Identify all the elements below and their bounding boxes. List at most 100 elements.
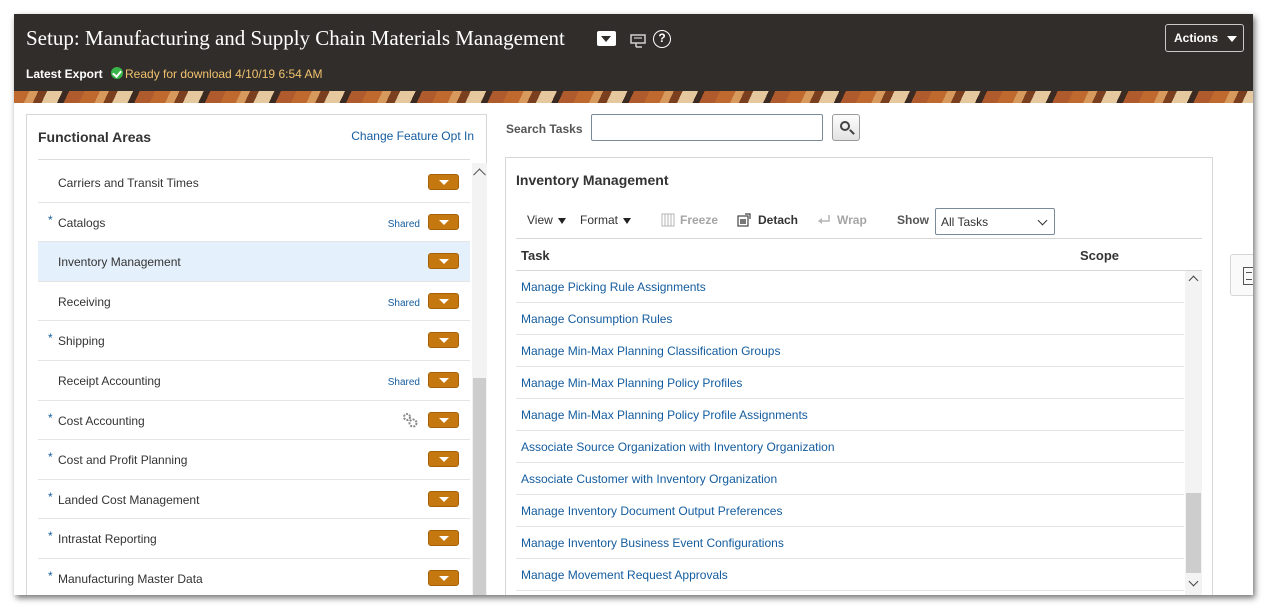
chevron-down-icon [1037, 215, 1048, 226]
functional-area-menu-button[interactable] [428, 332, 459, 349]
functional-area-label: Catalogs [58, 215, 106, 230]
functional-area-menu-button[interactable] [428, 411, 459, 428]
freeze-button[interactable]: Freeze [680, 213, 718, 227]
functional-areas-list: Carriers and Transit Times * Catalogs Share… [38, 163, 470, 595]
functional-area-label: Carriers and Transit Times [58, 176, 199, 190]
column-header-scope[interactable]: Scope [1080, 248, 1119, 263]
required-marker: * [48, 568, 53, 583]
task-link[interactable]: Manage Inventory Document Output Prefere… [521, 504, 782, 518]
functional-area-menu-button[interactable] [428, 490, 459, 507]
functional-area-row[interactable]: Carriers and Transit Times [38, 163, 470, 203]
functional-area-menu-button[interactable] [428, 292, 459, 309]
functional-area-label: Shipping [58, 334, 105, 349]
change-feature-opt-in-link[interactable]: Change Feature Opt In [351, 129, 474, 143]
task-table-scrollbar[interactable] [1185, 271, 1202, 595]
task-table-body: Manage Picking Rule Assignments Manage Co… [516, 271, 1184, 591]
table-toolbar: View Format Freeze Detach Wrap Show All … [516, 208, 1202, 236]
task-link[interactable]: Manage Min-Max Planning Policy Profile A… [521, 408, 808, 422]
shared-badge: Shared [387, 297, 420, 309]
favorites-icon[interactable] [630, 34, 646, 48]
wrap-icon [818, 215, 830, 224]
task-link[interactable]: Manage Min-Max Planning Policy Profiles [521, 376, 742, 390]
table-row: Manage Picking Rule Assignments [516, 271, 1184, 303]
show-select[interactable]: All Tasks [935, 208, 1055, 235]
decorative-banner [14, 91, 1253, 103]
functional-area-menu-button[interactable] [428, 253, 459, 270]
functional-area-menu-button[interactable] [428, 213, 459, 230]
required-marker: * [48, 450, 53, 465]
actions-button[interactable]: Actions [1165, 24, 1244, 52]
task-panel: Inventory Management View Format Freeze … [505, 157, 1213, 595]
functional-area-menu-button[interactable] [428, 174, 459, 190]
view-menu[interactable]: View [527, 213, 566, 227]
wrap-button[interactable]: Wrap [837, 213, 867, 227]
side-panel-tab[interactable] [1230, 254, 1253, 296]
required-marker: * [48, 410, 53, 425]
chevron-down-icon[interactable] [597, 31, 616, 46]
export-status-link[interactable]: Ready for download 4/10/19 6:54 AM [125, 67, 322, 81]
app-window: Setup: Manufacturing and Supply Chain Ma… [14, 14, 1253, 595]
functional-area-row[interactable]: Receiving Shared [38, 282, 470, 322]
functional-area-label: Cost Accounting [58, 413, 145, 428]
required-marker: * [48, 331, 53, 346]
task-link[interactable]: Manage Min-Max Planning Classification G… [521, 344, 780, 358]
scroll-up-icon[interactable] [1188, 275, 1199, 286]
functional-area-menu-button[interactable] [428, 569, 459, 586]
page-header: Setup: Manufacturing and Supply Chain Ma… [14, 14, 1253, 91]
functional-area-label: Inventory Management [58, 255, 181, 270]
functional-area-row[interactable]: Receipt Accounting Shared [38, 361, 470, 401]
table-header: Task Scope [516, 238, 1202, 271]
table-row: Manage Consumption Rules [516, 303, 1184, 335]
freeze-icon [661, 213, 675, 227]
task-link[interactable]: Manage Consumption Rules [521, 312, 672, 326]
required-marker: * [48, 212, 53, 227]
functional-area-menu-button[interactable] [428, 530, 459, 547]
table-row: Manage Inventory Business Event Configur… [516, 527, 1184, 559]
task-panel-title: Inventory Management [516, 172, 669, 188]
functional-area-row[interactable]: * Landed Cost Management [38, 480, 470, 520]
functional-area-label: Cost and Profit Planning [58, 453, 188, 468]
functional-area-row[interactable]: * Shipping [38, 321, 470, 361]
table-row: Manage Movement Request Approvals [516, 559, 1184, 591]
functional-area-row[interactable]: * Cost and Profit Planning [38, 440, 470, 480]
functional-area-row[interactable]: * Cost Accounting [38, 401, 470, 441]
table-row: Associate Source Organization with Inven… [516, 431, 1184, 463]
scroll-thumb[interactable] [1186, 493, 1201, 573]
task-link[interactable]: Associate Source Organization with Inven… [521, 440, 835, 454]
functional-area-label: Landed Cost Management [58, 492, 200, 507]
help-icon[interactable]: ? [653, 30, 671, 48]
table-row: Manage Min-Max Planning Classification G… [516, 335, 1184, 367]
detach-button[interactable]: Detach [758, 213, 798, 227]
scroll-up-icon[interactable] [473, 168, 486, 182]
table-row: Associate Customer with Inventory Organi… [516, 463, 1184, 495]
shared-badge: Shared [387, 376, 420, 388]
divider [38, 159, 470, 160]
task-link[interactable]: Manage Inventory Business Event Configur… [521, 536, 784, 550]
gear-icon[interactable] [402, 412, 418, 428]
scroll-thumb[interactable] [473, 378, 486, 595]
format-menu[interactable]: Format [580, 213, 632, 227]
shared-badge: Shared [387, 218, 420, 230]
table-row: Manage Min-Max Planning Policy Profile A… [516, 399, 1184, 431]
functional-areas-scrollbar[interactable] [472, 163, 487, 595]
task-link[interactable]: Manage Picking Rule Assignments [521, 280, 706, 294]
functional-area-row[interactable]: * Manufacturing Master Data [38, 559, 470, 595]
functional-areas-title: Functional Areas [38, 129, 152, 145]
column-header-task[interactable]: Task [521, 248, 550, 263]
search-tasks-input[interactable] [591, 114, 823, 141]
search-button[interactable] [832, 114, 860, 141]
task-link[interactable]: Associate Customer with Inventory Organi… [521, 472, 777, 486]
tasks-panel-icon [1243, 267, 1253, 285]
scroll-down-icon[interactable] [1188, 576, 1199, 587]
required-marker: * [48, 529, 53, 544]
required-marker: * [48, 489, 53, 504]
show-label: Show [897, 213, 929, 227]
task-link[interactable]: Manage Movement Request Approvals [521, 568, 728, 582]
check-icon [111, 67, 123, 79]
functional-area-menu-button[interactable] [428, 371, 459, 388]
functional-area-row[interactable]: Inventory Management [38, 242, 470, 282]
caret-down-icon [623, 217, 632, 224]
functional-area-row[interactable]: * Catalogs Shared [38, 203, 470, 243]
functional-area-row[interactable]: * Intrastat Reporting [38, 519, 470, 559]
functional-area-menu-button[interactable] [428, 451, 459, 468]
